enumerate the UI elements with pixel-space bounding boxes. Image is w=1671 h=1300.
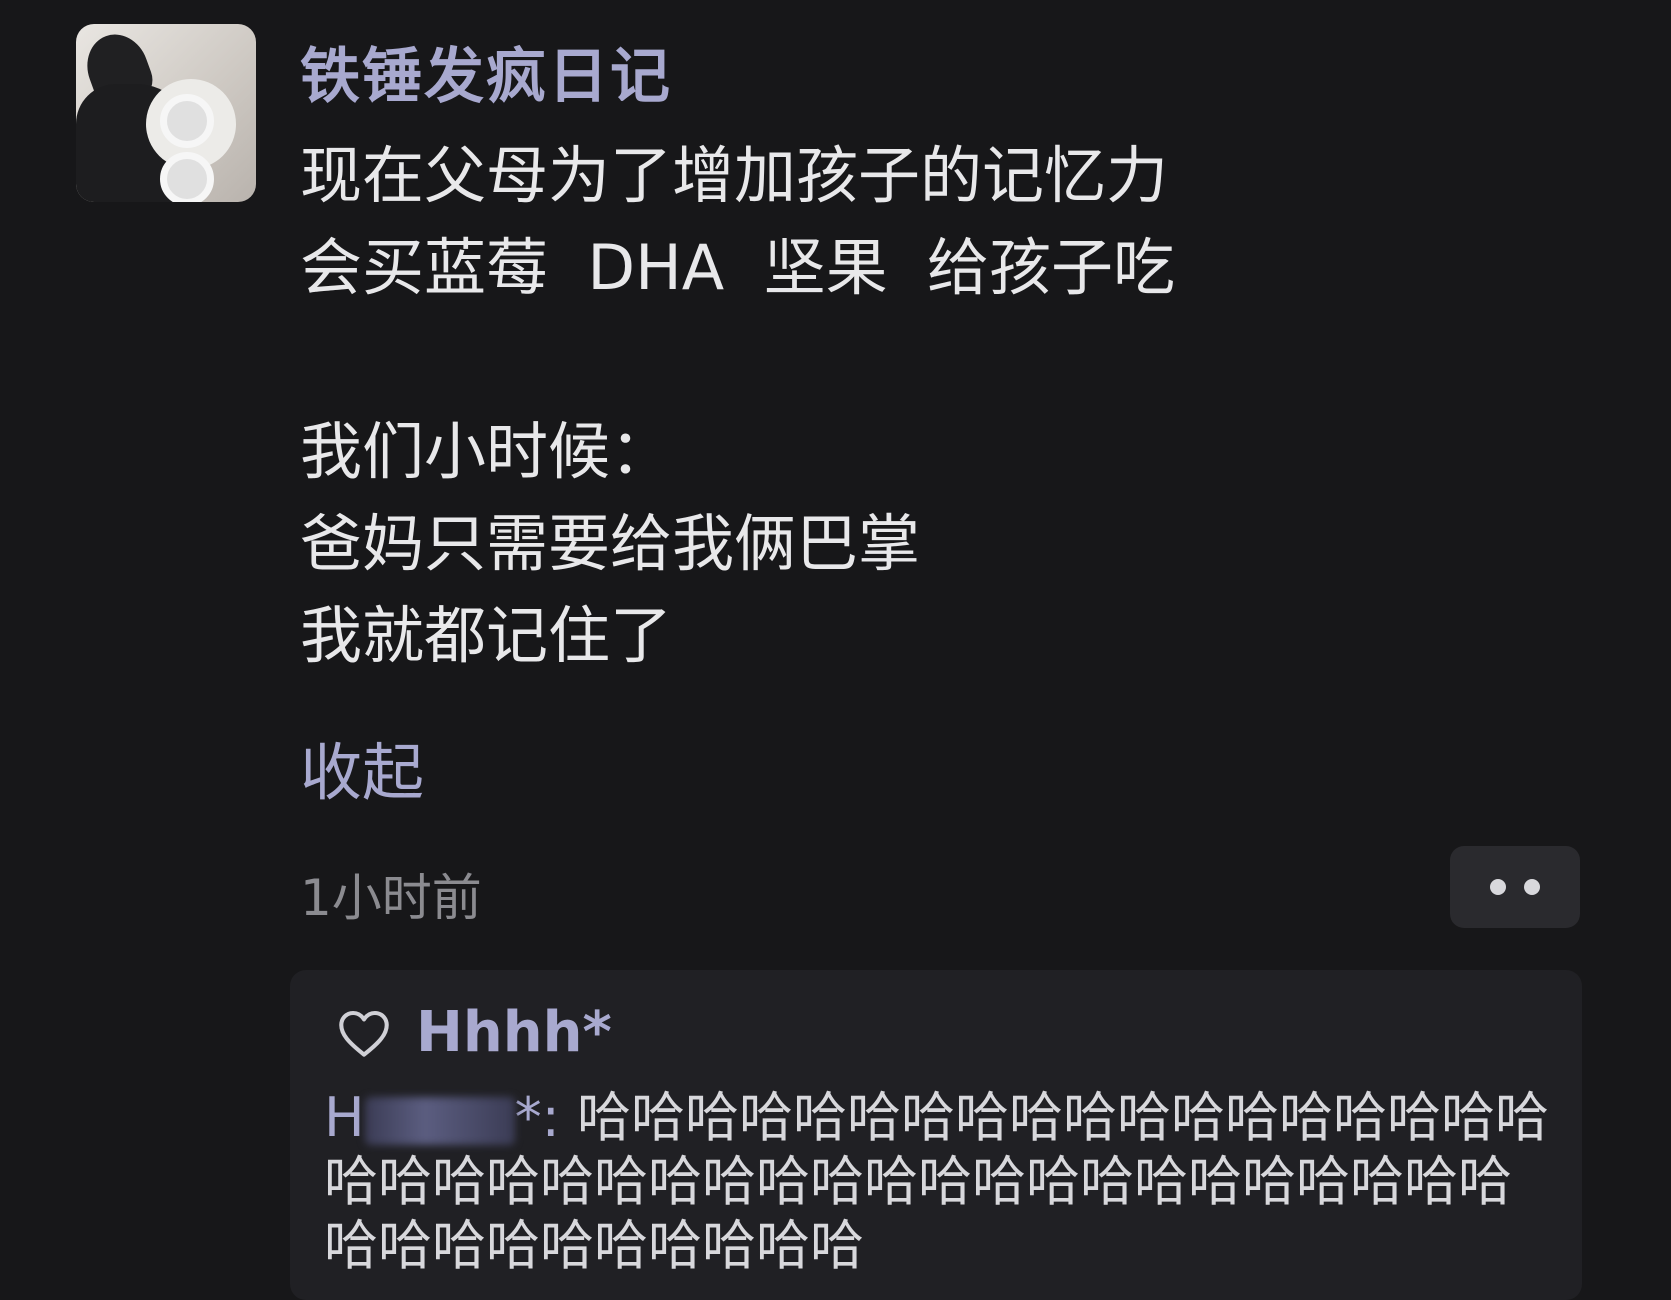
more-dot-icon bbox=[1524, 879, 1540, 895]
post-line: 我们小时候： bbox=[300, 415, 673, 488]
commenter-name[interactable]: H *: bbox=[324, 1086, 560, 1149]
post-timestamp: 1小时前 bbox=[300, 869, 482, 927]
post-line: 我就都记住了 bbox=[300, 599, 673, 672]
more-options-button[interactable] bbox=[1450, 846, 1580, 928]
author-name[interactable]: 铁锤发疯日记 bbox=[300, 28, 672, 115]
like-row: Hhhh* bbox=[336, 1000, 612, 1065]
post-content: 现在父母为了增加孩子的记忆力 会买蓝莓 DHA 坚果 给孩子吃 我们小时候： 爸… bbox=[300, 130, 1500, 682]
collapse-link[interactable]: 收起 bbox=[300, 722, 424, 812]
avatar-glasses bbox=[160, 94, 256, 202]
blurred-username bbox=[364, 1097, 515, 1146]
liker-name[interactable]: Hhhh* bbox=[416, 1000, 612, 1065]
heart-icon[interactable] bbox=[336, 1008, 392, 1058]
post-line: 爸妈只需要给我俩巴掌 bbox=[300, 507, 921, 580]
post-line bbox=[300, 314, 1500, 406]
reply-box: Hhhh* H *: 哈哈哈哈哈哈哈哈哈哈哈哈哈哈哈哈哈哈哈哈哈哈哈哈哈哈哈哈哈哈… bbox=[290, 970, 1582, 1300]
more-dot-icon bbox=[1490, 879, 1506, 895]
post-line: 现在父母为了增加孩子的记忆力 bbox=[300, 139, 1169, 212]
reply-comment: H *: 哈哈哈哈哈哈哈哈哈哈哈哈哈哈哈哈哈哈哈哈哈哈哈哈哈哈哈哈哈哈哈哈哈哈哈哈… bbox=[324, 1086, 1564, 1278]
post-line: 会买蓝莓 DHA 坚果 给孩子吃 bbox=[300, 231, 1176, 304]
author-avatar[interactable] bbox=[76, 24, 256, 202]
